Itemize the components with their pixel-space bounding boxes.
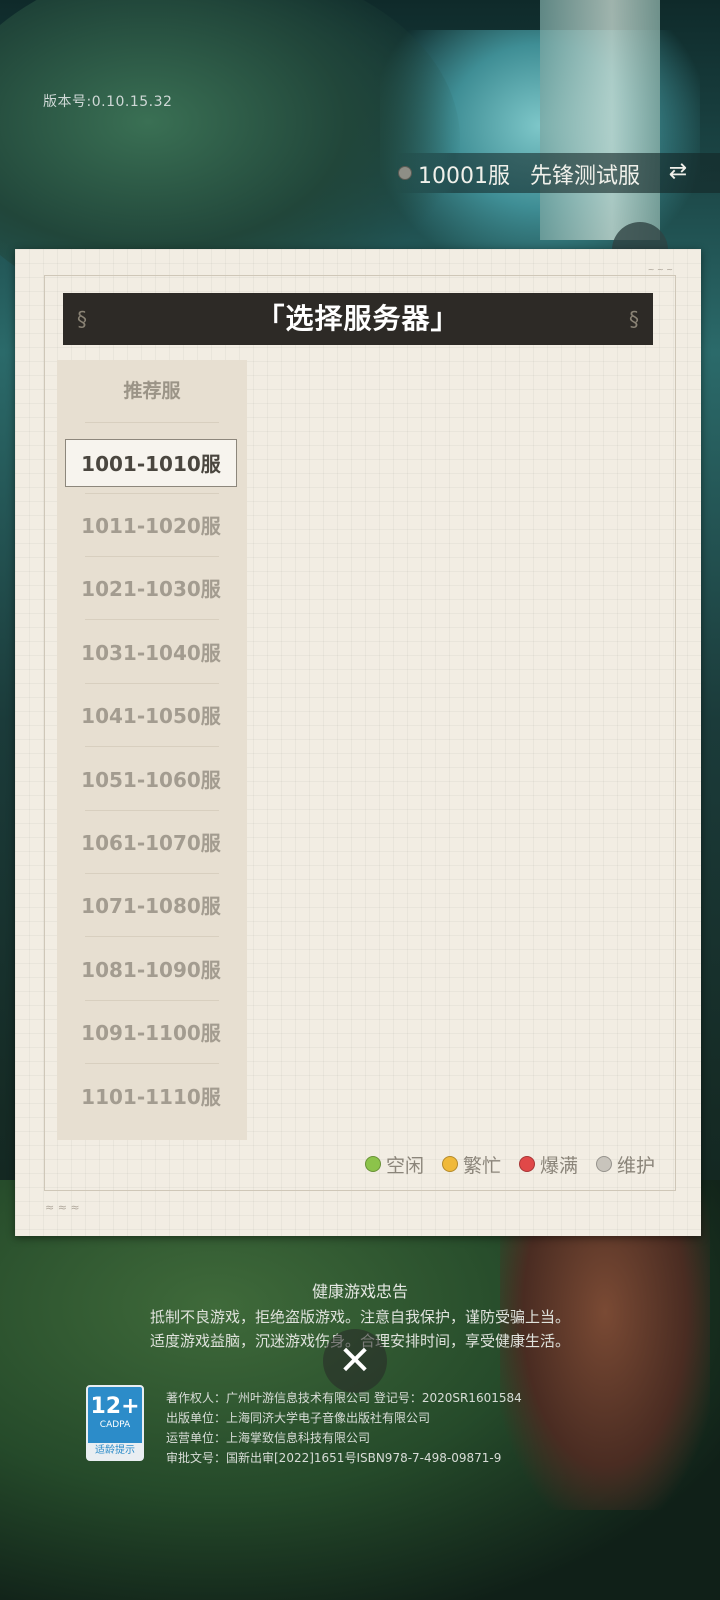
panel-title: 「选择服务器」: [256, 302, 460, 335]
status-dot-busy-icon: [441, 1156, 458, 1172]
age-rating-badge: 12+ CADPA 适龄提示: [86, 1385, 144, 1461]
legend-label: 爆满: [539, 1154, 578, 1177]
range-item-1081-1090[interactable]: 1081-1090服: [65, 946, 237, 994]
divider: [85, 810, 219, 811]
swap-icon[interactable]: ⇄: [664, 158, 692, 186]
server-select-panel: ~ ~ ~ § 「选择服务器」 § 推荐服 1001-1010服 1011-10…: [15, 249, 701, 1236]
legend-label: 空闲: [385, 1154, 424, 1177]
credit-line: 运营单位：上海掌致信息科技有限公司: [166, 1431, 371, 1445]
divider: [85, 683, 219, 684]
close-icon: ✕: [338, 1338, 372, 1384]
health-notice-title: 健康游戏忠告: [311, 1282, 408, 1301]
close-button[interactable]: ✕: [323, 1329, 387, 1393]
server-status-dot: [398, 166, 412, 180]
age-rating-value: 12+: [90, 1394, 140, 1419]
legend-busy: 繁忙: [441, 1151, 501, 1178]
status-dot-maintenance-icon: [595, 1156, 612, 1172]
range-item-1001-1010[interactable]: 1001-1010服: [65, 439, 237, 487]
background-pillar: [540, 0, 660, 240]
range-item-1021-1030[interactable]: 1021-1030服: [65, 565, 237, 613]
status-dot-full-icon: [518, 1156, 535, 1172]
divider: [85, 1063, 219, 1064]
panel-decoration: ~ ~ ~: [647, 265, 673, 274]
range-item-1051-1060[interactable]: 1051-1060服: [65, 756, 237, 804]
legend-label: 繁忙: [462, 1154, 501, 1177]
divider: [85, 619, 219, 620]
current-server-name[interactable]: 先锋测试服: [530, 158, 640, 190]
server-status-legend: 空闲 繁忙 爆满 维护: [364, 1151, 655, 1178]
status-dot-idle-icon: [364, 1156, 381, 1172]
range-item-1071-1080[interactable]: 1071-1080服: [65, 882, 237, 930]
legend-maintenance: 维护: [595, 1151, 655, 1178]
legend-idle: 空闲: [364, 1151, 424, 1178]
range-item-1031-1040[interactable]: 1031-1040服: [65, 629, 237, 677]
credit-line: 审批文号：国新出审[2022]1651号ISBN978-7-498-09871-…: [166, 1451, 502, 1465]
range-item-1041-1050[interactable]: 1041-1050服: [65, 692, 237, 740]
divider: [85, 746, 219, 747]
title-bar: § 「选择服务器」 §: [63, 293, 653, 345]
panel-logo: ≈ ≈ ≈: [45, 1201, 80, 1214]
divider: [85, 1000, 219, 1001]
range-item-1011-1020[interactable]: 1011-1020服: [65, 502, 237, 550]
divider: [85, 873, 219, 874]
credit-line: 著作权人：广州叶游信息技术有限公司 登记号：2020SR1601584: [166, 1391, 522, 1405]
age-rating-org: CADPA: [99, 1420, 131, 1430]
version-label: 版本号:0.10.15.32: [43, 94, 173, 110]
divider: [85, 556, 219, 557]
divider: [85, 422, 219, 423]
credit-line: 出版单位：上海同济大学电子音像出版社有限公司: [166, 1411, 431, 1425]
health-notice-line: 抵制不良游戏，拒绝盗版游戏。注意自我保护，谨防受骗上当。: [149, 1308, 570, 1326]
range-item-1061-1070[interactable]: 1061-1070服: [65, 819, 237, 867]
legend-full: 爆满: [518, 1151, 578, 1178]
divider: [85, 936, 219, 937]
range-item-1091-1100[interactable]: 1091-1100服: [65, 1009, 237, 1057]
divider: [85, 493, 219, 494]
server-range-list: 推荐服 1001-1010服 1011-1020服 1021-1030服 103…: [57, 360, 247, 1140]
current-server-id[interactable]: 10001服: [418, 158, 510, 190]
legend-label: 维护: [616, 1154, 655, 1177]
flourish-right-icon: §: [629, 307, 639, 331]
age-rating-tip: 适龄提示: [88, 1443, 142, 1459]
range-item-1101-1110[interactable]: 1101-1110服: [65, 1073, 237, 1121]
tab-recommended[interactable]: 推荐服: [57, 360, 247, 422]
